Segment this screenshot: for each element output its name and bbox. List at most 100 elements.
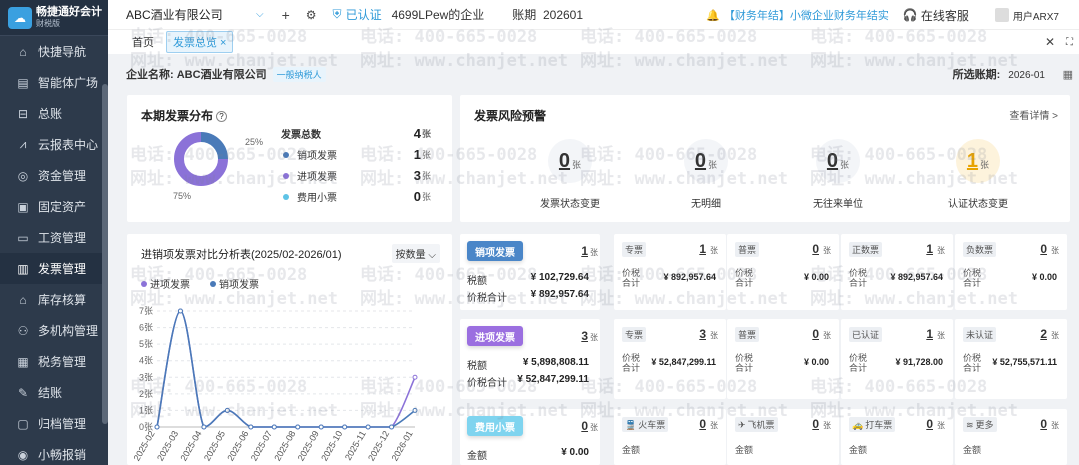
sidebar-item-multi-org[interactable]: ⚇ 多机构管理 — [0, 315, 108, 346]
app-logo[interactable]: ☁ 畅捷通好会计 财税版 — [0, 0, 108, 36]
avatar — [994, 8, 1009, 22]
sidebar-item-invoice[interactable]: ▥ 发票管理 — [0, 253, 108, 284]
tab-home[interactable]: 首页 — [132, 34, 154, 50]
category-count[interactable]: 0 — [1040, 417, 1047, 431]
y-tick-label: 0张 — [139, 422, 153, 432]
risk-count[interactable]: 1 — [967, 150, 978, 173]
sidebar-item-report-center[interactable]: ⩘ 云报表中心 — [0, 129, 108, 160]
category-count[interactable]: 0 — [926, 417, 933, 431]
sidebar-scrollbar[interactable] — [102, 84, 108, 424]
company-selector[interactable]: ABC酒业有限公司 — [126, 6, 256, 23]
calendar-icon[interactable]: ▦ — [1063, 68, 1073, 81]
chevron-down-icon[interactable]: ⌵ — [256, 9, 264, 20]
sidebar-item-closing[interactable]: ✎ 结账 — [0, 377, 108, 408]
category-count[interactable]: 1 — [926, 327, 933, 341]
home-icon: ⌂ — [19, 44, 27, 59]
invoice-category-cell[interactable]: ≋ 更多 0 张金额 — [955, 409, 1067, 465]
sidebar-item-fixed-assets[interactable]: ▣ 固定资产 — [0, 191, 108, 222]
invoice-category-cell[interactable]: 🚕 打车票 0 张金额 — [841, 409, 953, 465]
data-point[interactable] — [342, 424, 348, 430]
sales-invoice-button[interactable]: 销项发票 — [467, 241, 523, 261]
category-amount-label: 价税合计 — [735, 353, 754, 373]
sidebar-item-inventory[interactable]: ⌂ 库存核算 — [0, 284, 108, 315]
data-point[interactable] — [248, 424, 254, 430]
invoice-count[interactable]: 1 — [581, 244, 588, 258]
invoice-count[interactable]: 0 — [581, 419, 588, 433]
sidebar-item-salary[interactable]: ▭ 工资管理 — [0, 222, 108, 253]
gear-icon[interactable]: ⚙ — [306, 8, 317, 22]
fullscreen-icon[interactable]: ⛶ — [1066, 37, 1073, 48]
invoice-category-cell[interactable]: 已认证 1 张价税合计 ¥ 91,728.00 — [841, 319, 953, 399]
sidebar-item-quick-nav[interactable]: ⌂ 快捷导航 — [0, 36, 108, 67]
selected-period[interactable]: 2026-01 — [1008, 70, 1045, 81]
invoice-category-cell[interactable]: 未认证 2 张价税合计 ¥ 52,755,571.11 — [955, 319, 1067, 399]
data-point[interactable] — [271, 424, 277, 430]
sidebar-item-general-ledger[interactable]: ⊟ 总账 — [0, 98, 108, 129]
sidebar-item-tax[interactable]: ▦ 税务管理 — [0, 346, 108, 377]
category-count[interactable]: 0 — [812, 417, 819, 431]
category-count[interactable]: 0 — [699, 417, 706, 431]
risk-item[interactable]: 0 张发票状态变更 — [510, 139, 630, 210]
help-icon[interactable]: ? — [216, 111, 228, 122]
data-point[interactable] — [365, 424, 371, 430]
risk-item[interactable]: 0 张无往来单位 — [778, 139, 898, 210]
data-point[interactable] — [295, 424, 301, 430]
invoice-category-cell[interactable]: 专票 1 张价税合计 ¥ 892,957.64 — [614, 234, 726, 310]
data-point[interactable] — [389, 424, 395, 430]
category-count[interactable]: 0 — [1040, 242, 1047, 256]
data-point[interactable] — [177, 308, 183, 314]
category-tag-label: 飞机票 — [747, 420, 775, 430]
category-count[interactable]: 1 — [699, 242, 706, 256]
tab-invoice-overview[interactable]: 发票总览 × — [166, 31, 234, 53]
sidebar-item-archive[interactable]: ▢ 归档管理 — [0, 408, 108, 439]
add-icon[interactable]: + — [282, 7, 290, 23]
view-details-link[interactable]: 查看详情 > — [1009, 107, 1058, 122]
close-tab-icon[interactable]: × — [220, 37, 226, 49]
invoice-category-cell[interactable]: 普票 0 张价税合计 ¥ 0.00 — [727, 234, 839, 310]
purchase-invoice-button[interactable]: 进项发票 — [467, 326, 523, 346]
category-count[interactable]: 0 — [812, 327, 819, 341]
user-menu[interactable]: 用户ARX7 — [994, 8, 1059, 23]
pct-purchase-label: 75% — [173, 191, 192, 201]
sidebar-item-agent-square[interactable]: ▤ 智能体广场 — [0, 67, 108, 98]
invoice-category-cell[interactable]: 普票 0 张价税合计 ¥ 0.00 — [727, 319, 839, 399]
expense-receipt-button[interactable]: 费用小票 — [467, 416, 523, 436]
data-point[interactable] — [412, 407, 418, 413]
invoice-category-cell[interactable]: 🚆 火车票 0 张金额 — [614, 409, 726, 465]
risk-item[interactable]: 0 张无明细 — [646, 139, 766, 210]
sidebar-item-label: 快捷导航 — [38, 45, 87, 59]
category-count[interactable]: 0 — [812, 242, 819, 256]
warehouse-icon: ⌂ — [19, 292, 27, 307]
category-tag: 专票 — [622, 242, 647, 257]
sidebar-item-funds[interactable]: ◎ 资金管理 — [0, 160, 108, 191]
risk-count[interactable]: 0 — [695, 150, 706, 173]
category-tag-label: 正数票 — [852, 245, 880, 255]
risk-count[interactable]: 0 — [827, 150, 838, 173]
invoice-category-cell[interactable]: 正数票 1 张价税合计 ¥ 892,957.64 — [841, 234, 953, 310]
sidebar-item-reimburse[interactable]: ◉ 小畅报销 — [0, 439, 108, 465]
category-count[interactable]: 2 — [1040, 327, 1047, 341]
data-point[interactable] — [224, 407, 230, 413]
notice-link[interactable]: 🔔 【财务年结】小微企业财务年结实 — [706, 7, 889, 23]
data-point[interactable] — [412, 374, 418, 380]
invoice-category-cell[interactable]: ✈ 飞机票 0 张金额 — [727, 409, 839, 465]
category-count[interactable]: 3 — [699, 327, 706, 341]
unit-label: 张 — [937, 331, 945, 340]
category-tag: 已认证 — [849, 327, 883, 342]
invoice-category-cell[interactable]: 专票 3 张价税合计 ¥ 52,847,299.11 — [614, 319, 726, 399]
data-point[interactable] — [318, 424, 324, 430]
category-count[interactable]: 1 — [926, 242, 933, 256]
total-count: 4 — [413, 126, 421, 141]
invoice-category-cell[interactable]: 负数票 0 张价税合计 ¥ 0.00 — [955, 234, 1067, 310]
invoice-count[interactable]: 3 — [581, 329, 588, 343]
org-name[interactable]: 4699LPew的企业 — [392, 6, 485, 23]
online-service-button[interactable]: 🎧 在线客服 — [903, 7, 969, 24]
sidebar-item-label: 库存核算 — [38, 293, 87, 307]
risk-item[interactable]: 1 张认证状态变更 — [918, 139, 1038, 210]
data-point[interactable] — [201, 424, 207, 430]
category-amount: ¥ 0.00 — [803, 357, 829, 367]
close-icon[interactable]: ✕ — [1045, 35, 1055, 49]
data-point[interactable] — [154, 424, 160, 430]
risk-count[interactable]: 0 — [559, 150, 570, 173]
period-value[interactable]: 202601 — [543, 8, 583, 22]
